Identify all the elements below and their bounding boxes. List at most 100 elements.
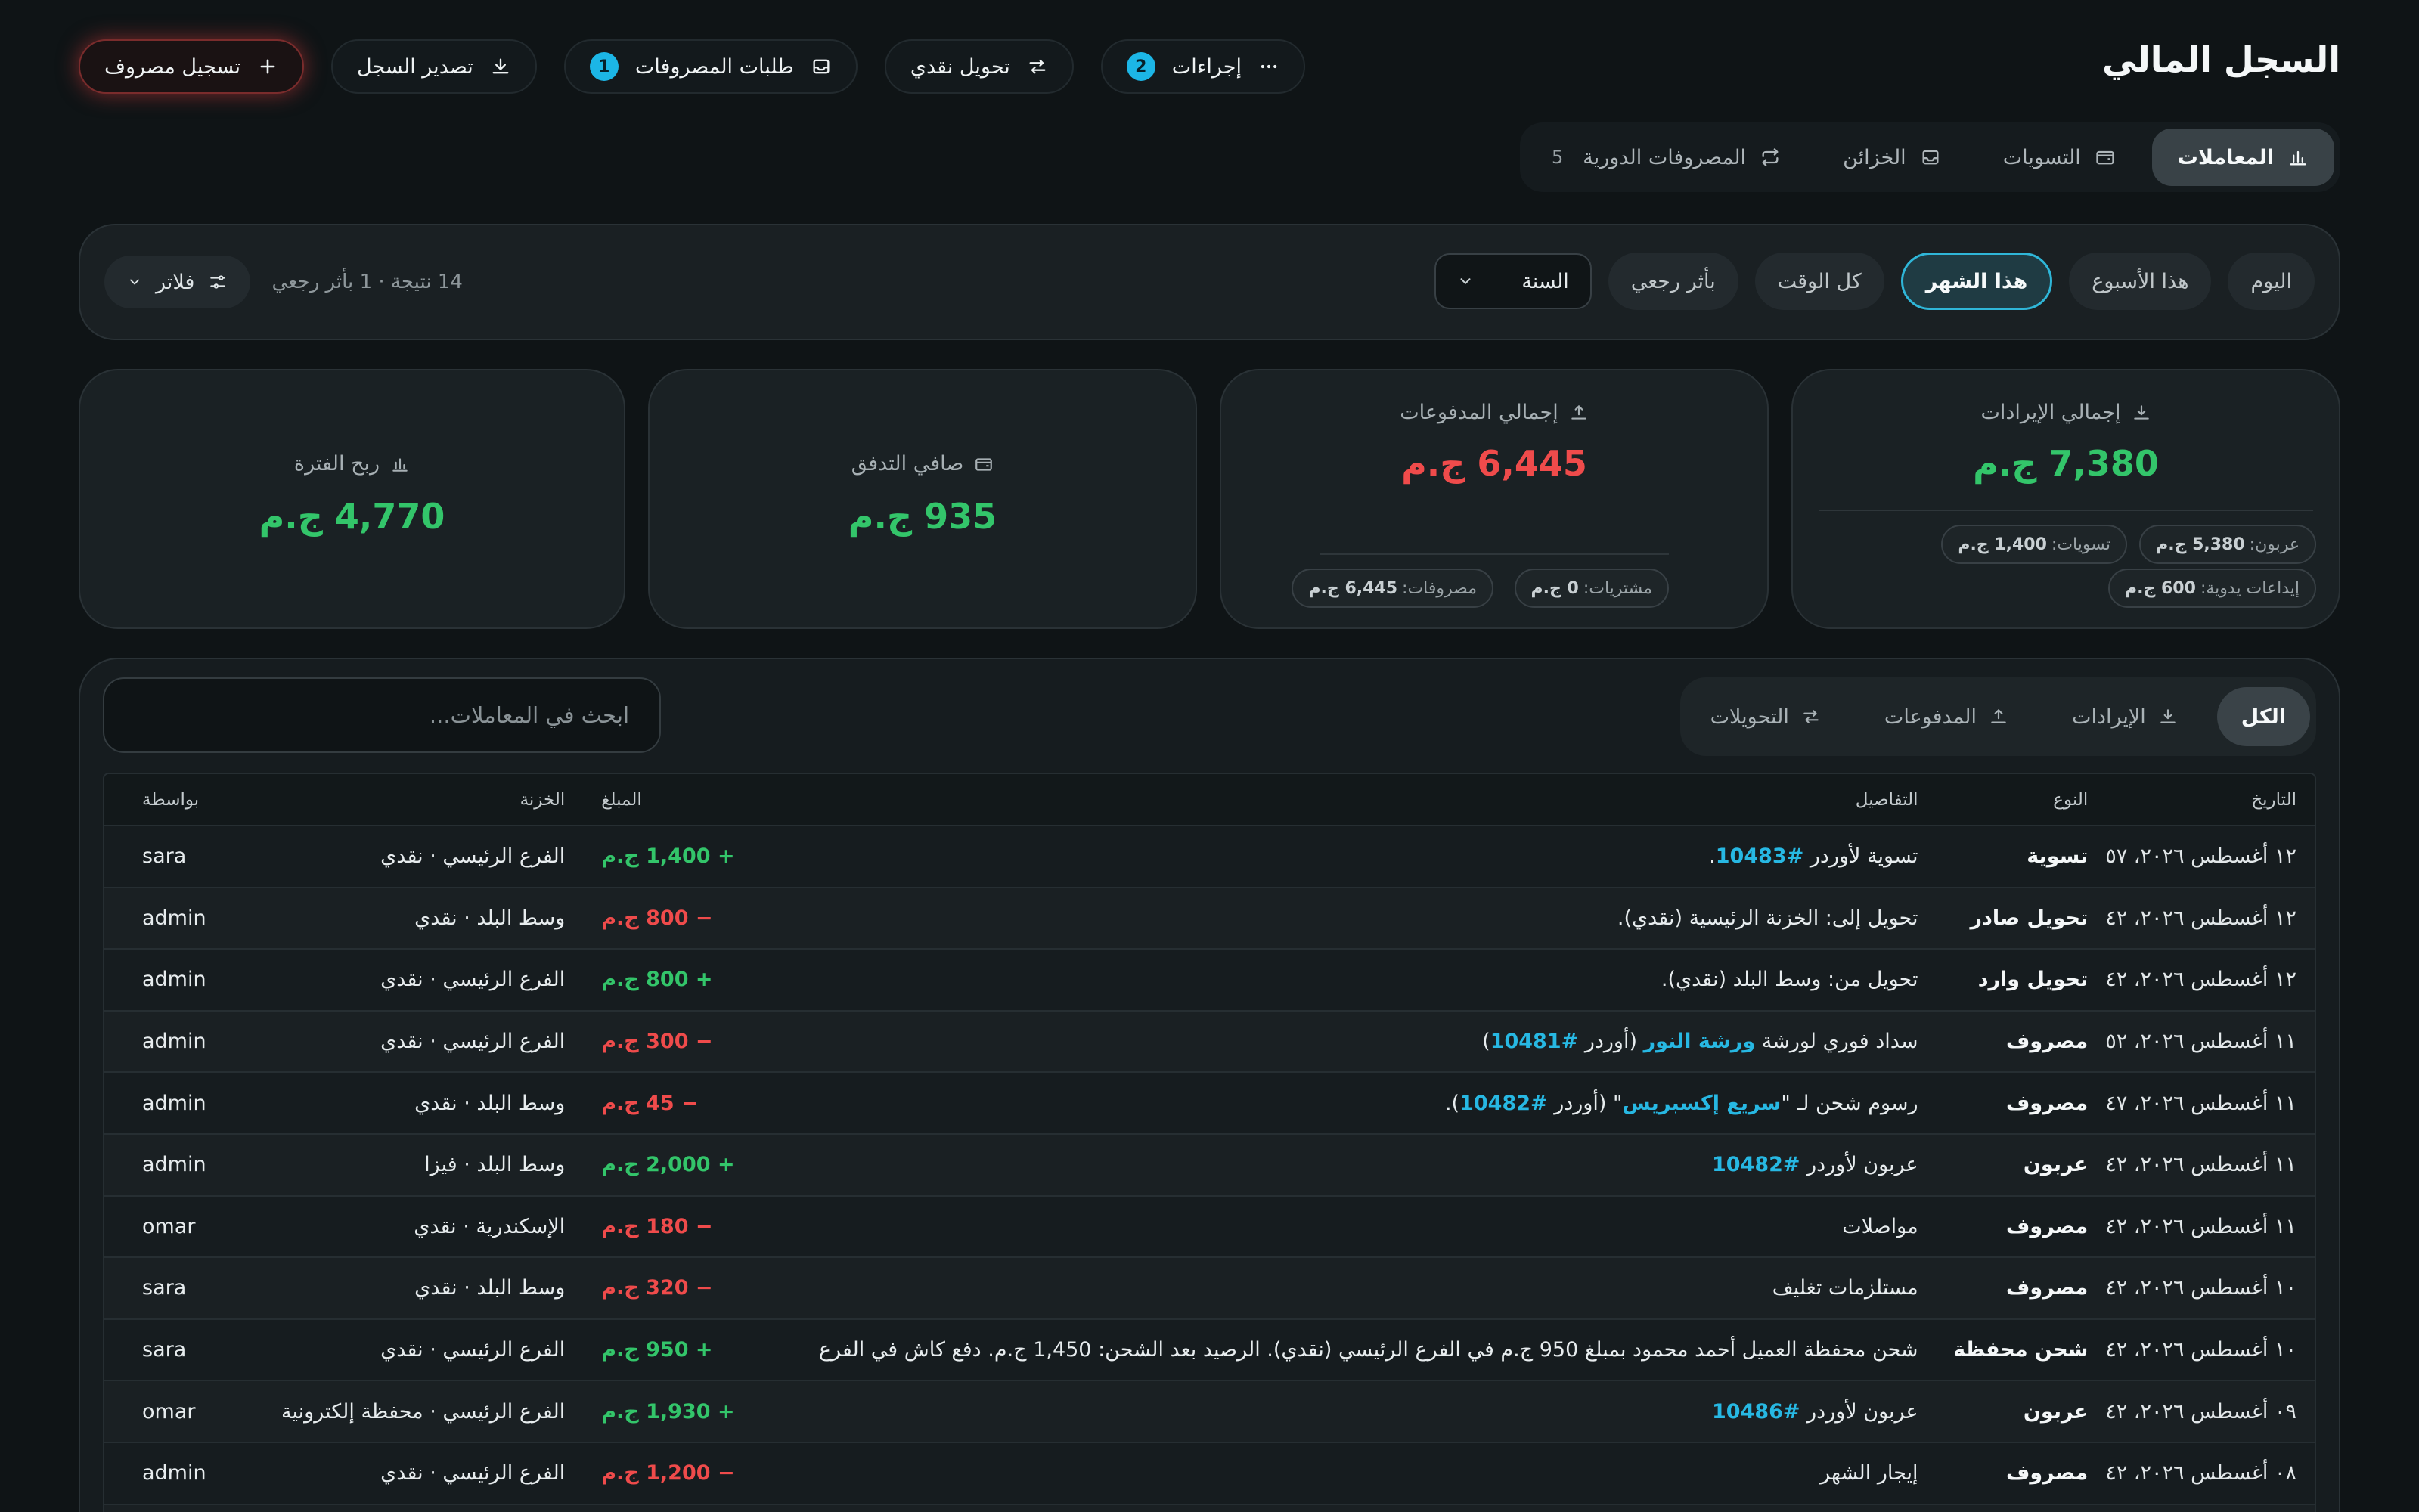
table-row[interactable]: ٠٨ أغسطس ٢٠٢٦، ٠٩:٤٢ ممصروف إيجار الشهر − … [104,1442,2315,1505]
row-details-text: عربون لأوردر [1800,1399,1918,1424]
row-details-link[interactable]: #10486 [1712,1400,1800,1424]
net-flow-value: 935 ج.م [848,496,997,537]
col-date[interactable]: التاريخ [2106,774,2315,826]
tab-recurring-label: المصروفات الدورية [1583,145,1747,169]
export-ledger-button[interactable]: تصدير السجل [331,39,537,94]
row-details-link[interactable]: #10482 [1712,1153,1800,1176]
year-select-value: السنة [1521,269,1569,293]
more-actions-badge: 2 [1126,52,1155,81]
bar-chart-icon [390,454,410,474]
table-row[interactable]: ١١ أغسطس ٢٠٢٦، ٠٩:٤٢ معربونعربون لأوردر … [104,1133,2315,1197]
table-row[interactable]: ١٠ أغسطس ٢٠٢٦، ٠٩:٤٢ مشحن محفظة شحن محفظة… [104,1318,2315,1382]
transaction-type-tabs: الكل الإيرادات المدفوعات التحويلات [1679,677,2316,756]
period-retroactive[interactable]: بأثر رجعي [1608,253,1738,310]
row-date: ١٠ أغسطس ٢٠٢٦، ٠٩:٤٢ م [2106,1318,2315,1382]
row-details-text: تسوية لأوردر [1803,844,1918,869]
tab-transactions[interactable]: المعاملات [2151,129,2334,186]
type-tab-transfers-label: التحويلات [1710,705,1789,729]
net-flow-card: صافي التدفق 935 ج.م [648,369,1197,629]
row-details: عربون لأوردر #10482 [761,1133,1937,1197]
upload-icon [1569,403,1589,423]
period-selector: اليوم هذا الأسبوع هذا الشهر كل الوقت بأث… [1434,253,2315,310]
row-date: ١٢ أغسطس ٢٠٢٦، ٠٩:٤٢ م [2106,949,2315,1012]
table-row[interactable]: ١١ أغسطس ٢٠٢٦، ٠٩:٤٧ ممصروفرسوم شحن لـ "… [104,1072,2315,1135]
row-order-link[interactable]: #10482 [1459,1092,1548,1115]
income-chip-deposit: عربون: 5,380 ج.م [2139,525,2316,564]
payments-card-title: إجمالي المدفوعات [1400,401,1558,424]
row-amount: − 1,200 ج.م [583,1442,761,1505]
more-dots-icon [1258,56,1279,77]
filters-button[interactable]: فلاتر [104,256,251,308]
tab-settlements[interactable]: التسويات [1977,129,2141,186]
period-this-week[interactable]: هذا الأسبوع [2069,253,2212,310]
row-amount [583,1504,761,1512]
year-select[interactable]: السنة [1434,253,1592,309]
row-details: تسوية لأوردر #10483. [761,826,1937,888]
download-icon [2132,403,2151,423]
col-details: التفاصيل [761,774,1937,826]
row-amount: + 800 ج.م [583,949,761,1012]
bar-chart-icon [2287,147,2309,168]
period-all-time[interactable]: كل الوقت [1754,253,1884,310]
row-amount: + 1,400 ج.م [583,826,761,888]
page-title: السجل المالي [2101,39,2340,80]
row-date: ١١ أغسطس ٢٠٢٦، ٠٩:٤٧ م [2106,1072,2315,1135]
cash-transfer-button[interactable]: تحويل نقدي [884,39,1074,94]
type-tab-transfers[interactable]: التحويلات [1686,687,1845,746]
table-row[interactable]: ١٢ أغسطس ٢٠٢٦، ٠٩:٥٧ متسويةتسوية لأوردر … [104,826,2315,888]
row-treasury: الفرع الرئيسي · محفظة إلكترونية [259,1380,584,1443]
type-tab-all[interactable]: الكل [2216,687,2310,746]
tab-recurring-expenses[interactable]: المصروفات الدورية 5 [1526,129,1806,186]
table-row[interactable]: ٠٩ أغسطس ٢٠٢٦، ٠٩:٤٢ معربونعربون لأوردر … [104,1380,2315,1443]
more-actions-button[interactable]: إجراءات 2 [1100,39,1305,94]
row-order-link[interactable]: #10481 [1490,1030,1579,1053]
expense-requests-label: طلبات المصروفات [634,54,794,79]
tab-treasuries[interactable]: الخزائن [1817,129,1967,186]
row-amount: − 180 ج.م [583,1195,761,1259]
row-treasury: الفرع الرئيسي · نقدي [259,826,584,888]
row-treasury: وسط البلد · فيزا [259,1133,584,1197]
table-row[interactable]: ١١ أغسطس ٢٠٢٦، ٠٩:٥٢ ممصروفسداد فوري لور… [104,1010,2315,1074]
row-date: ١١ أغسطس ٢٠٢٦، ٠٩:٤٢ م [2106,1133,2315,1197]
row-details-text: " (أوردر [1547,1091,1623,1115]
row-treasury: الفرع الرئيسي · نقدي [259,949,584,1012]
type-tab-income[interactable]: الإيرادات [2048,687,2202,746]
table-row[interactable]: ١٢ أغسطس ٢٠٢٦، ٠٩:٤٢ متحويل وارد تحويل من… [104,949,2315,1012]
period-this-month[interactable]: هذا الشهر [1900,253,2053,310]
type-tab-payments[interactable]: المدفوعات [1860,687,2033,746]
row-by: omar [104,1380,259,1443]
row-date: ١١ أغسطس ٢٠٢٦، ٠٩:٤٢ م [2106,1195,2315,1259]
row-details-text: مواصلات [1842,1214,1918,1238]
record-expense-button[interactable]: تسجيل مصروف [79,39,305,94]
col-amount[interactable]: المبلغ [583,774,761,826]
col-type[interactable]: النوع [1936,774,2107,826]
row-by: sara [104,1318,259,1382]
row-details-text: . [1709,844,1716,869]
table-row[interactable]: ١٠ أغسطس ٢٠٢٦، ٠٩:٤٢ ممصروف مستلزمات تغلي… [104,1257,2315,1320]
table-row[interactable] [104,1504,2315,1512]
wallet-icon [2095,147,2116,168]
table-row[interactable]: ١٢ أغسطس ٢٠٢٦، ٠٩:٤٢ متحويل صادر تحويل إل… [104,887,2315,950]
table-row[interactable]: ١١ أغسطس ٢٠٢٦، ٠٩:٤٢ ممصروف مواصلات − 180 … [104,1195,2315,1259]
col-treasury: الخزنة [259,774,584,826]
row-details-link[interactable]: ورشة النور [1644,1030,1756,1053]
row-details-text: تحويل من: وسط البلد (نقدي). [1661,968,1918,992]
type-tab-income-label: الإيرادات [2072,705,2146,729]
transfer-arrows-icon [1027,56,1048,77]
row-amount: − 300 ج.م [583,1010,761,1074]
search-input[interactable] [103,677,661,753]
row-details: عربون لأوردر #10486 [761,1380,1937,1443]
income-chip-settlements: تسويات: 1,400 ج.م [1941,525,2127,564]
col-by: بواسطة [104,774,259,826]
row-details: مستلزمات تغليف [761,1257,1937,1320]
period-profit-title: ربح الفترة [293,452,380,476]
row-details: تحويل من: وسط البلد (نقدي). [761,949,1937,1012]
row-details-link[interactable]: سريع إكسبريس [1622,1092,1781,1115]
expense-requests-button[interactable]: طلبات المصروفات 1 [563,39,858,94]
row-details: سداد فوري لورشة ورشة النور (أوردر #10481… [761,1010,1937,1074]
period-today[interactable]: اليوم [2228,253,2315,310]
row-details-link[interactable]: #10483 [1716,844,1804,868]
plus-icon [257,56,278,77]
income-card-title-row: إجمالي الإيرادات [1793,401,2339,424]
income-divider [1819,510,2313,511]
